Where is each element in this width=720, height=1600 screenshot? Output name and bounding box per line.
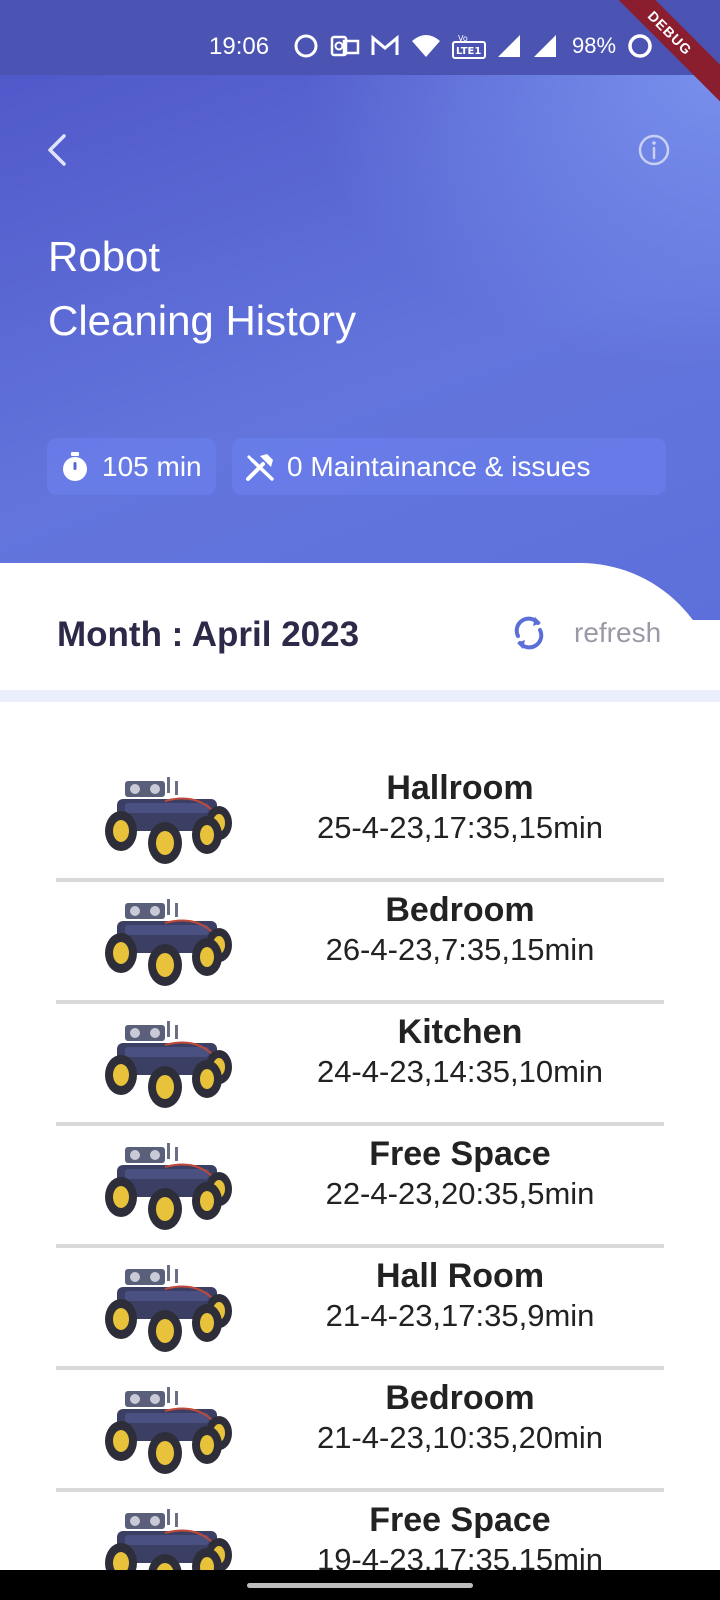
- battery-level: 98%: [572, 33, 617, 58]
- history-item-details: 24-4-23,14:35,10min: [316, 1054, 604, 1089]
- section-separator: [0, 690, 720, 702]
- volte-icon: LTE1 Vo: [452, 34, 486, 59]
- history-item-room: Free Space: [369, 1501, 551, 1539]
- refresh-label: refresh: [574, 617, 662, 648]
- gmail-icon: [371, 34, 399, 55]
- signal-icon: [498, 35, 520, 57]
- month-bar: Month : April 2023 refresh: [0, 563, 720, 685]
- history-item-details: 21-4-23,10:35,20min: [316, 1420, 604, 1455]
- history-item-text: Bedroom 21-4-23,10:35,20min: [250, 1378, 670, 1458]
- history-item-text: Hall Room 21-4-23,17:35,9min: [250, 1256, 670, 1336]
- history-item-room: Hallroom: [386, 769, 534, 807]
- history-item-text: Bedroom 26-4-23,7:35,15min: [250, 890, 670, 970]
- history-item[interactable]: Kitchen 24-4-23,14:35,10min: [0, 1004, 720, 1126]
- maintenance-chip: 0 Maintainance & issues: [232, 438, 666, 495]
- total-time-label: 105 min: [102, 450, 202, 482]
- svg-text:Vo: Vo: [458, 34, 468, 43]
- info-icon[interactable]: [636, 132, 672, 168]
- history-item[interactable]: Hallroom 25-4-23,17:35,15min: [0, 760, 720, 882]
- robot-car-image: [105, 899, 232, 986]
- home-gesture-handle[interactable]: [247, 1583, 473, 1588]
- maintenance-label: 0 Maintainance & issues: [287, 450, 591, 482]
- history-item-text: Free Space 22-4-23,20:35,5min: [250, 1134, 670, 1214]
- history-item-details: 25-4-23,17:35,15min: [316, 810, 604, 845]
- svg-text:LTE1: LTE1: [456, 46, 481, 57]
- navigation-bar: [0, 1570, 720, 1600]
- robot-car-image: [105, 777, 232, 864]
- history-item-text: Kitchen 24-4-23,14:35,10min: [250, 1012, 670, 1092]
- header: Robot Cleaning History 105 min 0 Maintai…: [0, 75, 720, 620]
- history-item-text: Hallroom 25-4-23,17:35,15min: [250, 768, 670, 848]
- stopwatch-icon: [63, 451, 87, 481]
- history-item-room: Bedroom: [385, 1379, 535, 1417]
- history-list: Hallroom 25-4-23,17:35,15min Bedroom 26-…: [0, 760, 720, 1600]
- month-label: Month : April 2023: [57, 615, 360, 654]
- status-bar: 19:06 LTE1 Vo 98%: [0, 0, 720, 75]
- robot-car-image: [105, 1265, 232, 1352]
- wifi-icon: [412, 35, 440, 57]
- history-item[interactable]: Bedroom 21-4-23,10:35,20min: [0, 1370, 720, 1492]
- status-time: 19:06: [209, 33, 270, 60]
- history-item[interactable]: Free Space 22-4-23,20:35,5min: [0, 1126, 720, 1248]
- outlook-icon: [330, 35, 360, 57]
- history-item-details: 21-4-23,17:35,9min: [325, 1298, 595, 1333]
- page-title-line2: Cleaning History: [48, 297, 357, 344]
- history-item[interactable]: Hall Room 21-4-23,17:35,9min: [0, 1248, 720, 1370]
- history-item-details: 26-4-23,7:35,15min: [325, 932, 595, 967]
- status-icons: LTE1 Vo 98%: [292, 28, 654, 64]
- refresh-icon: [514, 616, 544, 650]
- history-item-room: Bedroom: [385, 891, 535, 929]
- refresh-button[interactable]: refresh: [508, 608, 661, 658]
- total-time-chip: 105 min: [47, 438, 216, 495]
- battery-icon: [628, 34, 652, 58]
- history-item[interactable]: Bedroom 26-4-23,7:35,15min: [0, 882, 720, 1004]
- history-item-details: 22-4-23,20:35,5min: [325, 1176, 595, 1211]
- header-glow: [300, 75, 720, 375]
- page-title: Robot Cleaning History: [48, 225, 356, 353]
- signal-icon: [534, 35, 556, 57]
- tools-icon: [246, 453, 274, 481]
- content-panel: Month : April 2023 refresh Hallroom 25-4…: [0, 563, 720, 1600]
- robot-car-image: [105, 1021, 232, 1108]
- history-item-room: Free Space: [369, 1135, 551, 1173]
- history-item-text: Free Space 19-4-23,17:35,15min: [250, 1500, 670, 1580]
- robot-car-image: [105, 1387, 232, 1474]
- back-button[interactable]: [40, 130, 76, 170]
- history-item-room: Kitchen: [397, 1013, 523, 1051]
- robot-car-image: [105, 1143, 232, 1230]
- page-title-line1: Robot: [48, 233, 161, 280]
- alexa-icon: [294, 34, 318, 58]
- history-item-room: Hall Room: [375, 1257, 545, 1295]
